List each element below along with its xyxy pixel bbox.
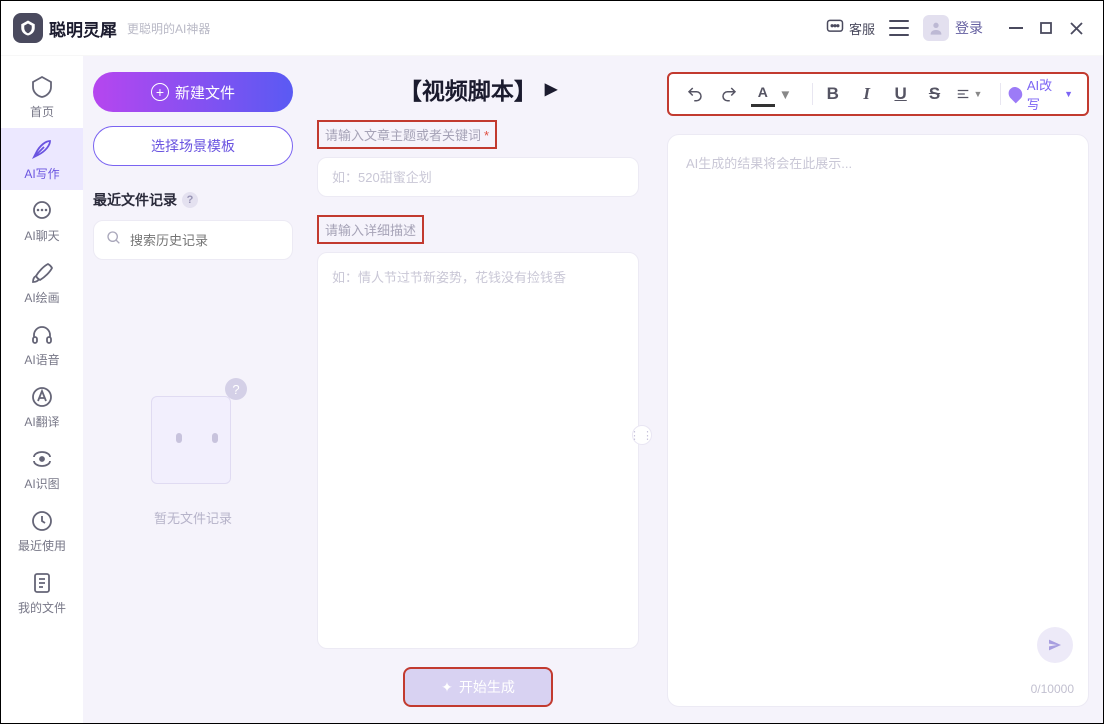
sidebar-item-label: AI绘画 [24,289,59,306]
new-file-label: 新建文件 [175,82,235,103]
droplet-icon [1006,85,1025,104]
app-logo-icon [13,13,43,43]
sidebar-item-label: 最近使用 [18,537,66,554]
home-icon [29,74,55,100]
headphone-icon [29,322,55,348]
left-panel: + 新建文件 选择场景模板 最近文件记录 ? ? 暂无文件记录 [83,56,303,723]
ai-rewrite-label: AI改写 [1027,75,1061,113]
sidebar-item-ai-write[interactable]: AI写作 [1,128,83,190]
sidebar-item-home[interactable]: 首页 [1,66,83,128]
redo-button[interactable] [717,81,741,107]
text-color-button[interactable]: A [751,81,775,107]
app-subtitle: 更聪明的AI神器 [127,20,210,37]
recent-files-heading: 最近文件记录 ? [93,190,293,210]
strike-button[interactable]: S [923,81,947,107]
chat-bubble-icon [825,17,845,40]
right-panel: A ▼ B I U S ▼ AI改写 ▼ AI生成的结果将会在此展示... 0/1… [653,56,1103,723]
menu-button[interactable] [889,20,909,36]
avatar-icon[interactable] [923,15,949,41]
toolbar-divider [1000,83,1001,105]
keyword-input[interactable] [317,157,639,197]
generate-label: 开始生成 [459,677,515,697]
close-button[interactable] [1061,13,1091,43]
search-history-input[interactable] [93,220,293,260]
italic-button[interactable]: I [855,81,879,107]
choose-template-button[interactable]: 选择场景模板 [93,126,293,166]
align-button[interactable]: ▼ [956,81,982,107]
new-file-button[interactable]: + 新建文件 [93,72,293,112]
sidebar-item-recent[interactable]: 最近使用 [1,500,83,562]
sidebar-item-label: AI翻译 [24,413,59,430]
page-title[interactable]: 【视频脚本】 ▶ [317,72,639,106]
drag-handle[interactable]: ⋮⋮ [632,425,652,445]
bold-button[interactable]: B [821,81,845,107]
sidebar-item-ai-chat[interactable]: AI聊天 [1,190,83,252]
window-controls [1001,13,1091,43]
choose-template-label: 选择场景模板 [151,136,235,156]
sidebar-item-label: AI语音 [24,351,59,368]
sidebar-item-label: 我的文件 [18,599,66,616]
char-counter: 0/10000 [1031,682,1074,696]
editor-toolbar: A ▼ B I U S ▼ AI改写 ▼ [667,72,1089,116]
output-area[interactable]: AI生成的结果将会在此展示... 0/10000 [667,134,1089,707]
translate-icon [29,384,55,410]
sidebar-item-ai-translate[interactable]: AI翻译 [1,376,83,438]
dropdown-triangle-icon: ▶ [545,79,557,99]
sidebar-item-ai-vision[interactable]: AI识图 [1,438,83,500]
description-input[interactable] [317,252,639,649]
maximize-button[interactable] [1031,13,1061,43]
underline-button[interactable]: U [889,81,913,107]
customer-service-button[interactable]: 客服 [825,17,875,40]
brush-icon [29,260,55,286]
recent-files-text: 最近文件记录 [93,190,177,210]
plus-icon: + [151,83,169,101]
sidebar-item-label: AI聊天 [24,227,59,244]
sidebar-item-my-files[interactable]: 我的文件 [1,562,83,624]
toolbar-divider [812,83,813,105]
keyword-label: 请输入文章主题或者关键词* [317,120,497,149]
ai-rewrite-button[interactable]: AI改写 ▼ [1009,75,1073,113]
empty-illustration: ? [143,380,243,490]
page-title-text: 【视频脚本】 [399,72,537,106]
generate-button[interactable]: ✦ 开始生成 [403,667,553,707]
vision-icon [29,446,55,472]
center-panel: 【视频脚本】 ▶ 请输入文章主题或者关键词* 请输入详细描述 ✦ 开始生成 [303,56,653,723]
login-button[interactable]: 登录 [955,18,983,38]
minimize-button[interactable] [1001,13,1031,43]
send-button[interactable] [1037,627,1073,663]
chevron-down-icon: ▼ [779,87,792,102]
empty-text: 暂无文件记录 [93,508,293,527]
recent-icon [29,508,55,534]
feather-icon [29,136,55,162]
sidebar-item-label: AI识图 [24,475,59,492]
customer-service-label: 客服 [849,19,875,38]
undo-button[interactable] [683,81,707,107]
search-history-field[interactable] [130,233,306,248]
titlebar: 聪明灵犀 更聪明的AI神器 客服 登录 [1,1,1103,56]
description-label: 请输入详细描述 [317,215,424,244]
file-icon [29,570,55,596]
output-placeholder: AI生成的结果将会在此展示... [686,156,852,171]
empty-state: ? 暂无文件记录 [93,380,293,527]
help-icon[interactable]: ? [182,192,198,208]
sidebar-item-ai-voice[interactable]: AI语音 [1,314,83,376]
sidebar-item-ai-draw[interactable]: AI绘画 [1,252,83,314]
sidebar: 首页 AI写作 AI聊天 AI绘画 AI语音 AI翻译 AI识图 最近使用 [1,56,83,723]
app-name: 聪明灵犀 [49,16,117,41]
sidebar-item-label: 首页 [30,103,54,120]
sparkle-icon: ✦ [441,679,453,696]
chat-icon [29,198,55,224]
sidebar-item-label: AI写作 [24,165,59,182]
chevron-down-icon: ▼ [1064,89,1073,99]
search-icon [106,230,122,251]
